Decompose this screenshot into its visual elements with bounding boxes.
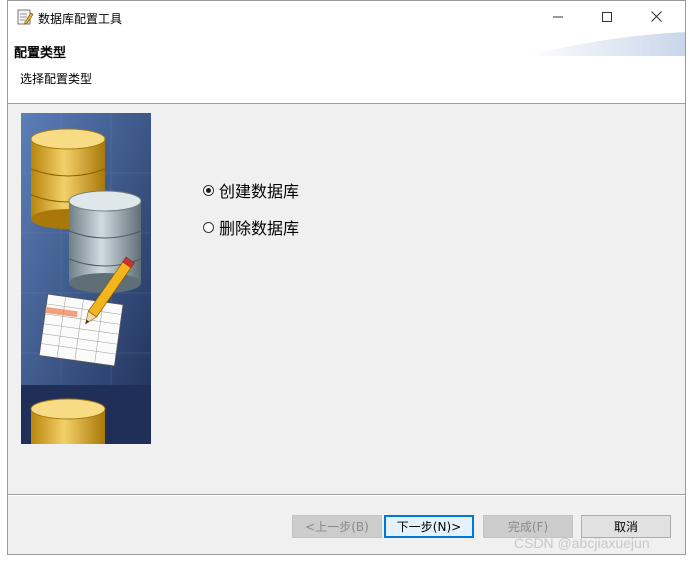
config-type-options: 创建数据库 删除数据库 bbox=[203, 179, 299, 253]
next-button[interactable]: 下一步(N)> bbox=[384, 515, 474, 538]
step-title: 配置类型 bbox=[14, 46, 67, 61]
footer-divider bbox=[8, 494, 685, 496]
option-create-database[interactable]: 创建数据库 bbox=[203, 179, 299, 201]
title-bar[interactable]: 数据库配置工具 bbox=[8, 1, 685, 32]
header-decoration bbox=[525, 32, 685, 56]
delete-database-radio[interactable] bbox=[203, 221, 214, 233]
app-edit-icon bbox=[17, 9, 34, 25]
watermark-text: CSDN @abcjiaxuejun bbox=[514, 535, 650, 551]
delete-database-label[interactable]: 删除数据库 bbox=[219, 215, 299, 239]
create-database-label[interactable]: 创建数据库 bbox=[219, 178, 299, 202]
step-subtitle: 选择配置类型 bbox=[20, 72, 93, 86]
database-illustration bbox=[21, 113, 151, 444]
close-button[interactable] bbox=[633, 1, 679, 32]
maximize-icon bbox=[602, 11, 612, 22]
window-title: 数据库配置工具 bbox=[38, 12, 123, 26]
create-database-radio[interactable] bbox=[203, 184, 214, 196]
back-button[interactable]: <上一步(B) bbox=[292, 515, 382, 538]
maximize-button[interactable] bbox=[584, 1, 630, 32]
minimize-icon bbox=[553, 16, 563, 17]
minimize-button[interactable] bbox=[535, 1, 581, 32]
config-tool-window: 数据库配置工具 配置类型 选择配置类型 创建数据库 删除数据库 <上一步(B) … bbox=[7, 0, 686, 555]
close-icon bbox=[650, 11, 662, 22]
option-delete-database[interactable]: 删除数据库 bbox=[203, 216, 299, 238]
wizard-header: 配置类型 选择配置类型 bbox=[8, 32, 685, 104]
